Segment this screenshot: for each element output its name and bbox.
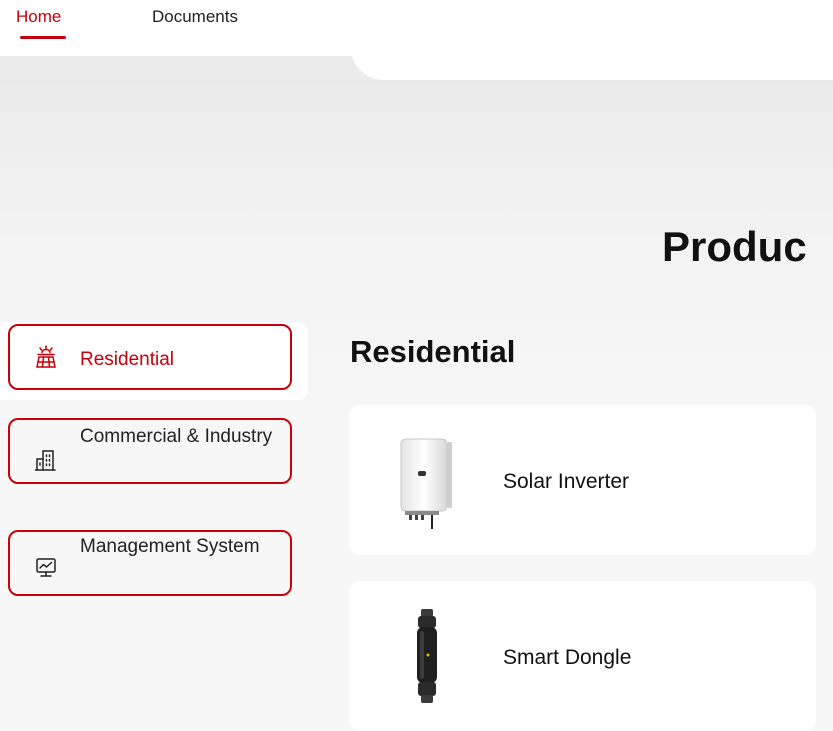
top-navigation: Home Documents bbox=[0, 0, 833, 80]
dongle-image bbox=[387, 603, 467, 713]
sidebar-item-label: Commercial & Industry bbox=[80, 426, 273, 447]
tab-home[interactable]: Home bbox=[16, 6, 61, 28]
solar-panel-icon bbox=[34, 345, 58, 369]
product-card-solar-inverter[interactable]: Solar Inverter bbox=[349, 405, 816, 555]
inverter-image bbox=[387, 429, 467, 539]
sidebar-item-label: Management System bbox=[80, 536, 260, 557]
building-icon bbox=[34, 448, 58, 472]
product-card-smart-dongle[interactable]: Smart Dongle bbox=[349, 581, 816, 731]
sidebar-item-management-system[interactable]: Management System bbox=[8, 530, 292, 596]
product-label: Smart Dongle bbox=[503, 646, 632, 669]
page-title: Produc bbox=[662, 223, 807, 270]
tab-documents[interactable]: Documents bbox=[152, 6, 238, 28]
sidebar-item-residential[interactable]: Residential bbox=[8, 324, 292, 390]
section-title: Residential bbox=[350, 334, 516, 369]
header-panel bbox=[350, 0, 833, 80]
active-tab-indicator bbox=[20, 36, 66, 39]
sidebar-item-commercial-industry[interactable]: Commercial & Industry bbox=[8, 418, 292, 484]
product-label: Solar Inverter bbox=[503, 470, 630, 493]
monitor-chart-icon bbox=[34, 556, 58, 580]
sidebar-item-label: Residential bbox=[80, 349, 174, 370]
